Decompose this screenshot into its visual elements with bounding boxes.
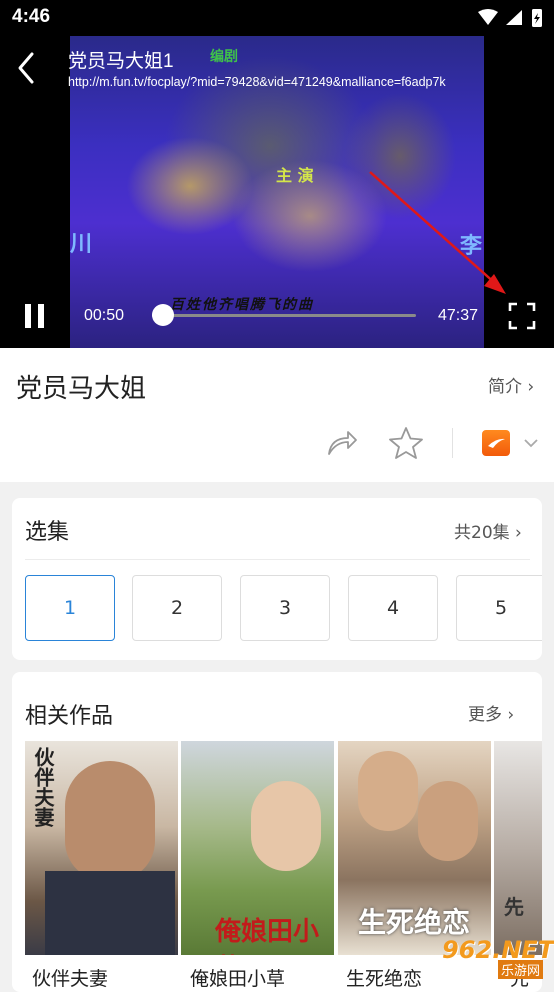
- share-icon[interactable]: [326, 426, 358, 458]
- source-logo-icon[interactable]: [482, 430, 510, 456]
- frame-text-lead: 主 演: [276, 166, 314, 185]
- related-more-link[interactable]: 更多 ›: [468, 700, 514, 725]
- divider: [25, 559, 530, 560]
- poster-text: 生死绝恋: [358, 906, 471, 939]
- total-time: 47:37: [438, 307, 479, 324]
- watermark-logo: 962.NET 乐游网: [420, 936, 554, 980]
- poster-image[interactable]: 先: [494, 741, 542, 955]
- wifi-icon: [478, 9, 498, 25]
- info-panel: 党员马大姐 简介 ›: [0, 348, 554, 482]
- poster-text: 先: [504, 895, 524, 919]
- poster-text: 伙伴夫妻: [31, 747, 55, 827]
- frame-text-top: 编剧: [210, 49, 238, 65]
- poster-text: 俺娘田小草: [215, 917, 320, 955]
- status-time: 4:46: [12, 6, 51, 27]
- episode-button[interactable]: 4: [348, 575, 438, 641]
- video-player[interactable]: 编剧 主 演 川 李 百姓他齐唱腾飞的曲 4:46 党员马大姐1 http://…: [0, 0, 554, 348]
- chevron-down-icon[interactable]: [522, 434, 540, 452]
- related-item-title[interactable]: 俺娘田小草: [190, 964, 285, 991]
- frame-subtitle: 百姓他齐唱腾飞的曲: [170, 297, 314, 313]
- pause-icon[interactable]: [22, 302, 48, 330]
- episodes-heading: 选集: [25, 519, 70, 544]
- episode-button[interactable]: 1: [25, 575, 115, 641]
- episode-button[interactable]: 5: [456, 575, 542, 641]
- annotation-arrow-icon: [369, 171, 506, 294]
- related-item-title[interactable]: 生死绝恋: [346, 964, 422, 991]
- video-url: http://m.fun.tv/focplay/?mid=79428&vid=4…: [68, 75, 446, 89]
- divider: [452, 428, 453, 458]
- current-time: 00:50: [84, 307, 125, 324]
- watermark-subtext: 乐游网: [498, 960, 544, 979]
- poster-image[interactable]: 俺娘田小草: [181, 741, 334, 955]
- poster-image[interactable]: 生死绝恋: [338, 741, 491, 955]
- back-arrow-icon[interactable]: [14, 50, 40, 86]
- video-title: 党员马大姐1: [68, 51, 174, 72]
- episodes-count-link[interactable]: 共20集 ›: [454, 518, 522, 543]
- poster-image[interactable]: 伙伴夫妻: [25, 741, 178, 955]
- show-title: 党员马大姐: [16, 373, 147, 403]
- frame-text-left: 川: [70, 232, 93, 257]
- related-item-title[interactable]: 伙伴夫妻: [32, 964, 108, 991]
- related-heading: 相关作品: [25, 703, 114, 728]
- intro-link[interactable]: 简介 ›: [488, 372, 534, 397]
- progress-thumb[interactable]: [151, 304, 174, 326]
- signal-icon: [506, 10, 522, 25]
- favorite-star-icon[interactable]: [389, 426, 423, 460]
- progress-bar[interactable]: [152, 314, 416, 317]
- episode-button[interactable]: 2: [132, 575, 222, 641]
- status-icons: [478, 9, 542, 27]
- episode-button[interactable]: 3: [240, 575, 330, 641]
- fullscreen-icon[interactable]: [508, 302, 536, 330]
- episodes-card: 选集 共20集 › 1 2 3 4 5: [12, 498, 542, 660]
